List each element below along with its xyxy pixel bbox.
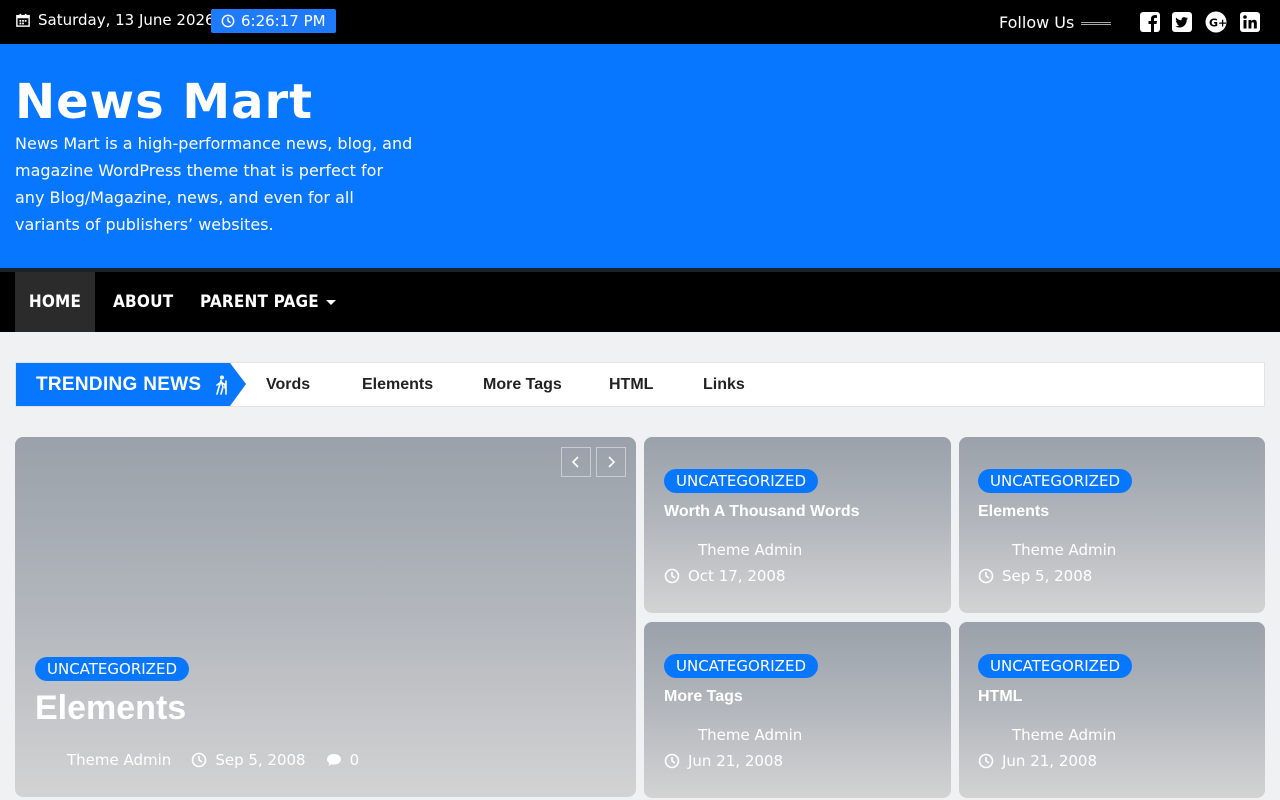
caret-down-icon [325, 299, 336, 305]
post-date: Jun 21, 2008 [1002, 752, 1098, 770]
linkedin-icon[interactable] [1239, 11, 1261, 33]
post-author: Theme Admin [978, 726, 1116, 744]
date-text: Saturday, 13 June 2026 [38, 11, 215, 29]
author-name[interactable]: Theme Admin [1012, 541, 1116, 559]
site-title[interactable]: News Mart [15, 74, 313, 130]
author-name[interactable]: Theme Admin [1012, 726, 1116, 744]
nav-item-home[interactable]: Home [15, 272, 95, 332]
trending-item[interactable]: Links [703, 376, 745, 394]
post-date: Sep 5, 2008 [1002, 567, 1093, 585]
trending-item[interactable]: Vords [266, 376, 310, 394]
date-display: Saturday, 13 June 2026 [16, 11, 215, 29]
clock-icon [978, 568, 994, 584]
post-title[interactable]: Elements [978, 503, 1049, 521]
author-name[interactable]: Theme Admin [67, 751, 171, 769]
slider-next-button[interactable] [596, 447, 626, 477]
clock-icon [221, 14, 235, 28]
post-date: Oct 17, 2008 [688, 567, 786, 585]
clock-icon [664, 753, 680, 769]
trending-label-text: TRENDING NEWS [36, 373, 202, 395]
nav-item-label: Home [28, 292, 82, 312]
post-title[interactable]: HTML [978, 688, 1022, 706]
nav-item-label: About [113, 292, 174, 312]
trending-item[interactable]: More Tags [483, 376, 562, 394]
time-badge: 6:26:17 PM [211, 9, 336, 33]
twitter-icon[interactable] [1171, 11, 1193, 33]
post-date-row: Oct 17, 2008 [664, 567, 786, 585]
facebook-icon[interactable] [1139, 11, 1161, 33]
time-text: 6:26:17 PM [241, 12, 326, 30]
site-description: News Mart is a high-performance news, bl… [15, 134, 413, 234]
post-author: Theme Admin [664, 726, 802, 744]
post-date-row: Sep 5, 2008 [978, 567, 1092, 585]
trending-news-bar: TRENDING NEWS Vords Elements More Tags H… [15, 362, 1265, 407]
main-nav: Home About Parent Page [0, 272, 1280, 332]
google-plus-icon[interactable]: G+ [1205, 11, 1227, 33]
post-card[interactable]: UNCATEGORIZED Elements Theme Admin Sep 5… [959, 437, 1265, 613]
category-badge[interactable]: UNCATEGORIZED [978, 469, 1132, 493]
trending-arrow [230, 363, 246, 406]
post-date-row: Jun 21, 2008 [978, 752, 1097, 770]
chevron-left-icon [571, 456, 579, 468]
category-badge[interactable]: UNCATEGORIZED [664, 654, 818, 678]
post-title[interactable]: More Tags [664, 688, 743, 706]
comment-count[interactable]: 0 [350, 751, 360, 769]
trending-item[interactable]: HTML [609, 376, 653, 394]
clock-icon [978, 753, 994, 769]
nav-item-about[interactable]: About [113, 272, 173, 332]
post-title[interactable]: Worth A Thousand Words [664, 503, 860, 521]
calendar-icon [16, 13, 30, 27]
author-name[interactable]: Theme Admin [698, 541, 802, 559]
featured-post-title[interactable]: Elements [35, 689, 186, 728]
top-bar: Saturday, 13 June 2026 6:26:17 PM Follow… [0, 0, 1280, 44]
post-card[interactable]: UNCATEGORIZED Worth A Thousand Words The… [644, 437, 951, 613]
category-badge[interactable]: UNCATEGORIZED [978, 654, 1132, 678]
post-date-row: Jun 21, 2008 [664, 752, 783, 770]
slider-prev-button[interactable] [561, 447, 591, 477]
post-card[interactable]: UNCATEGORIZED More Tags Theme Admin Jun … [644, 622, 951, 798]
author-name[interactable]: Theme Admin [698, 726, 802, 744]
featured-post-card[interactable]: UNCATEGORIZED Elements Theme Admin Sep 5… [15, 437, 636, 797]
post-author: Theme Admin [664, 541, 802, 559]
trending-label: TRENDING NEWS [16, 363, 230, 406]
follow-us-label: Follow Us [999, 13, 1075, 32]
clock-icon [664, 568, 680, 584]
post-author: Theme Admin [978, 541, 1116, 559]
chevron-right-icon [608, 456, 616, 468]
post-card[interactable]: UNCATEGORIZED HTML Theme Admin Jun 21, 2… [959, 622, 1265, 798]
comment-icon [326, 754, 341, 766]
nav-item-label: Parent Page [200, 292, 319, 312]
post-date: Jun 21, 2008 [688, 752, 784, 770]
trending-item[interactable]: Elements [362, 376, 433, 394]
follow-divider [1081, 22, 1111, 25]
trending-ticker: Vords Elements More Tags HTML Links [246, 363, 1256, 406]
featured-post-meta: Theme Admin Sep 5, 2008 0 [35, 751, 359, 769]
svg-text:G+: G+ [1209, 17, 1227, 30]
category-badge[interactable]: UNCATEGORIZED [35, 657, 189, 681]
nav-item-parent-page[interactable]: Parent Page [200, 272, 336, 332]
site-header: News Mart News Mart is a high-performanc… [0, 44, 1280, 268]
clock-icon [192, 752, 207, 768]
person-walking-icon [216, 375, 228, 395]
post-date: Sep 5, 2008 [215, 751, 306, 769]
category-badge[interactable]: UNCATEGORIZED [664, 469, 818, 493]
